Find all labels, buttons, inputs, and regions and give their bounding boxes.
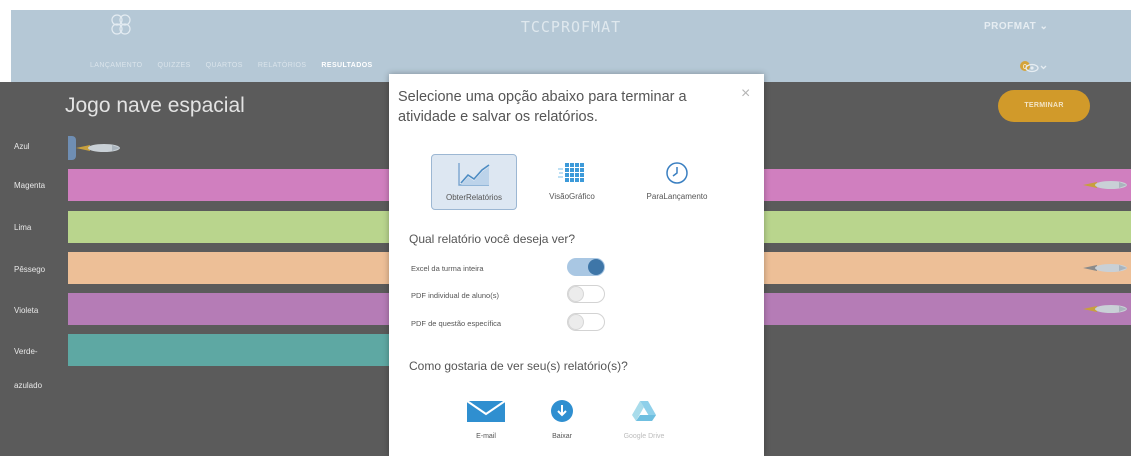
- toggle-knob: [568, 286, 584, 302]
- option-back-to-launch[interactable]: ParaLançamento: [637, 154, 717, 210]
- toggle-knob: [568, 314, 584, 330]
- lane-label-violeta: Violeta: [14, 306, 39, 315]
- lane-label-magenta: Magenta: [14, 181, 46, 190]
- lane-label-lima: Lima: [14, 223, 32, 232]
- finish-button[interactable]: TERMINAR: [998, 90, 1090, 122]
- report-label-pdf-student: PDF individual de aluno(s): [411, 291, 499, 300]
- share-label: Baixar: [552, 433, 572, 440]
- toggle-pdf-question-report[interactable]: [567, 313, 605, 331]
- share-label: E-mail: [476, 433, 496, 440]
- option-chart-view[interactable]: VisãoGráfico: [537, 154, 607, 210]
- grid-chart-icon: [558, 163, 584, 182]
- toggle-pdf-student-report[interactable]: [567, 285, 605, 303]
- close-icon[interactable]: ×: [741, 86, 750, 102]
- share-email-button[interactable]: E-mail: [456, 399, 516, 449]
- dialog-title: Selecione uma opção abaixo para terminar…: [398, 89, 687, 125]
- rocket-icon: [1083, 305, 1127, 313]
- nav-quartos[interactable]: QUARTOS: [206, 62, 243, 69]
- google-drive-button[interactable]: Google Drive: [614, 399, 674, 449]
- report-label-excel: Excel da turma inteira: [411, 264, 484, 273]
- nav-lancamento[interactable]: LANÇAMENTO: [90, 62, 143, 69]
- option-get-reports[interactable]: ObterRelatórios: [431, 154, 517, 210]
- lane-azul: [68, 132, 128, 164]
- rocket-icon: [76, 144, 120, 152]
- line-chart-icon: [458, 163, 490, 186]
- toggle-knob: [588, 259, 604, 275]
- share-label: Google Drive: [623, 433, 665, 440]
- user-menu[interactable]: PROFMAT ⌄: [984, 21, 1048, 32]
- clock-icon: [666, 162, 688, 184]
- nav-quizzes[interactable]: QUIZZES: [158, 62, 191, 69]
- option-label: VisãoGráfico: [549, 192, 595, 201]
- top-header: TCCPROFMAT PROFMAT ⌄ LANÇAMENTO QUIZZES …: [11, 10, 1131, 82]
- lane-label-azul: Azul: [14, 142, 30, 151]
- lane-azul-bar: [68, 136, 76, 160]
- finish-activity-dialog: Selecione uma opção abaixo para terminar…: [389, 74, 764, 456]
- nav-resultados[interactable]: RESULTADOS: [321, 62, 372, 69]
- google-drive-icon: [632, 401, 656, 421]
- download-button[interactable]: Baixar: [532, 399, 592, 449]
- lane-label-azulado: azulado: [14, 381, 43, 390]
- report-question: Qual relatório você deseja ver?: [409, 232, 576, 246]
- brand-title: TCCPROFMAT: [520, 18, 622, 36]
- download-icon: [551, 400, 573, 422]
- notifications-icon[interactable]: 0: [1013, 52, 1049, 76]
- lane-verde-azulado: [68, 334, 398, 366]
- main-nav: LANÇAMENTO QUIZZES QUARTOS RELATÓRIOS RE…: [90, 62, 373, 69]
- lane-label-verde: Verde-: [14, 347, 38, 356]
- toggle-excel-report[interactable]: [567, 258, 605, 276]
- option-label: ObterRelatórios: [445, 193, 503, 202]
- report-label-pdf-question: PDF de questão específica: [411, 319, 502, 328]
- game-title: Jogo nave espacial: [65, 94, 245, 117]
- rocket-icon: [1083, 264, 1127, 272]
- nav-relatorios[interactable]: RELATÓRIOS: [258, 62, 307, 69]
- option-label: ParaLançamento: [646, 192, 708, 201]
- view-question: Como gostaria de ver seu(s) relatório(s)…: [409, 359, 628, 373]
- envelope-icon: [466, 400, 506, 422]
- rocket-icon: [1083, 181, 1127, 189]
- lane-label-pessego: Pêssego: [14, 265, 46, 274]
